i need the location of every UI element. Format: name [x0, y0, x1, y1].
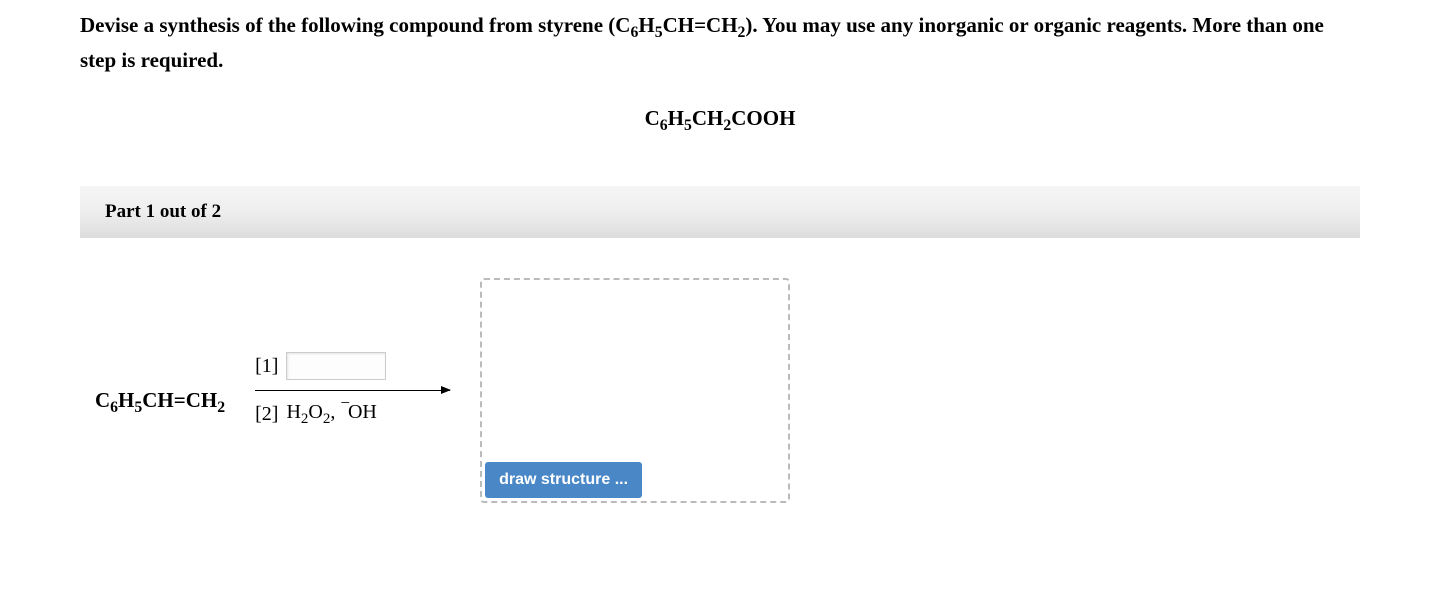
draw-structure-button[interactable]: draw structure ... [485, 462, 642, 498]
target-compound: C6H5CH2COOH [80, 106, 1360, 135]
styrene-formula: C6H5CH=CH2 [615, 13, 745, 37]
target-compound-formula: C6H5CH2COOH [645, 106, 796, 130]
reagent-step-1: [1] [255, 352, 386, 380]
reagents-and-arrow: [1] [2] H2O2, −OH [255, 352, 450, 428]
step1-label: [1] [255, 355, 278, 378]
reagent-input-1[interactable] [286, 352, 386, 380]
question-text-pre: Devise a synthesis of the following comp… [80, 13, 615, 37]
step2-label: [2] [255, 403, 278, 426]
reaction-scheme: C6H5CH=CH2 [1] [2] H2O2, −OH draw struct… [95, 278, 1360, 503]
question-prompt: Devise a synthesis of the following comp… [80, 10, 1360, 76]
part-header: Part 1 out of 2 [80, 186, 1360, 238]
structure-drawing-box[interactable]: draw structure ... [480, 278, 790, 503]
step2-reagent: H2O2, −OH [286, 401, 376, 428]
reactant: C6H5CH=CH2 [95, 363, 225, 417]
reactant-formula: C6H5CH=CH2 [95, 388, 225, 412]
part-label: Part 1 out of 2 [105, 201, 221, 222]
reagent-step-2: [2] H2O2, −OH [255, 401, 377, 428]
reaction-arrow [255, 390, 450, 391]
